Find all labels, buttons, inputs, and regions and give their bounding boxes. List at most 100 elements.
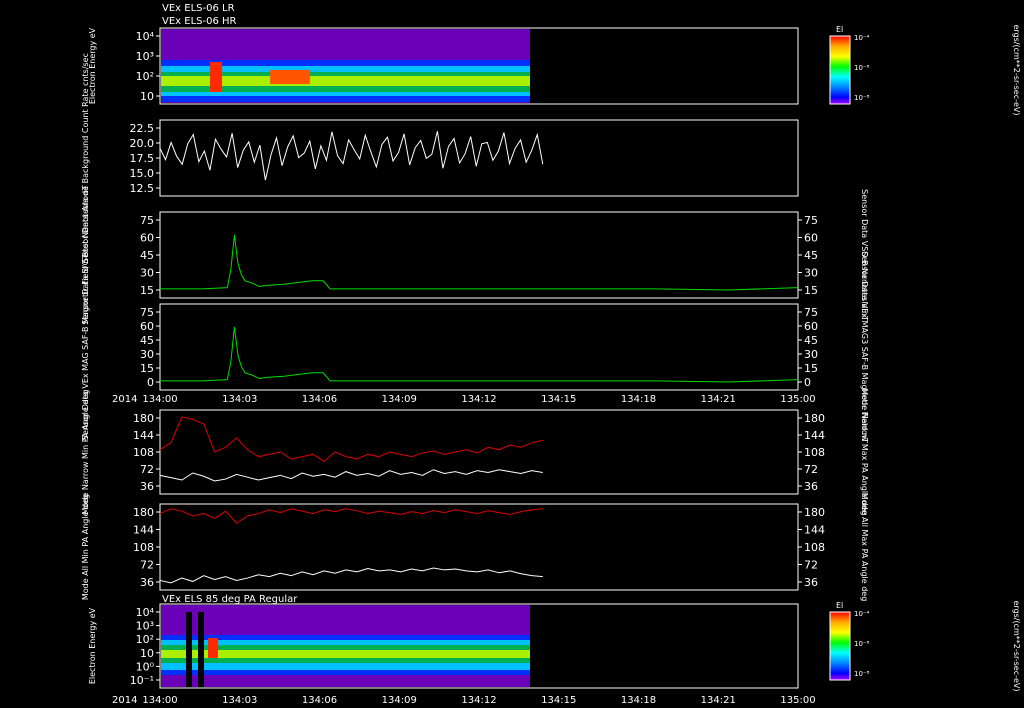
y-tick-label-right-3-2: 45 bbox=[804, 334, 818, 347]
title-top-2: VEx ELS-06 HR bbox=[162, 16, 237, 27]
heatmap-1-peak bbox=[210, 62, 222, 92]
time-tick-1-2: 134:06 bbox=[302, 695, 337, 706]
y-tick-label-right-4-1: 144 bbox=[804, 429, 825, 442]
y-tick-label-5-0: 180 bbox=[133, 506, 154, 519]
y-tick-label-right-2-0: 75 bbox=[804, 214, 818, 227]
series-line-1 bbox=[159, 131, 544, 181]
y-tick-label-3-3: 30 bbox=[140, 348, 154, 361]
series-line-4-1 bbox=[159, 416, 543, 462]
time-tick-1-0: 134:00 bbox=[142, 695, 177, 706]
colorbar-bottom: El bbox=[829, 601, 851, 681]
y-tick-label-right-5-2: 108 bbox=[804, 541, 825, 554]
y-tick-label-5-2: 108 bbox=[133, 541, 154, 554]
y-tick-label-right-3-5: 0 bbox=[804, 376, 811, 389]
y-tick-label-right-3-0: 75 bbox=[804, 306, 818, 319]
y-tick-label-2-2: 45 bbox=[140, 249, 154, 262]
y-tick-label-0-0: 10⁴ bbox=[136, 30, 155, 43]
y-tick-label-right-2-2: 45 bbox=[804, 249, 818, 262]
time-year-1: 2014 bbox=[112, 695, 137, 706]
y-tick-label-6-0: 10⁴ bbox=[136, 606, 155, 619]
colorbar-tick-0-1: 10⁻⁶ bbox=[854, 64, 870, 72]
y-tick-label-2-3: 30 bbox=[140, 267, 154, 280]
y-tick-label-right-5-4: 36 bbox=[804, 576, 818, 589]
y-tick-label-right-3-1: 60 bbox=[804, 320, 818, 333]
series-line-5-1 bbox=[159, 508, 543, 524]
time-tick-1-7: 134:21 bbox=[701, 695, 736, 706]
y-tick-label-2-1: 60 bbox=[140, 232, 154, 245]
y-tick-label-right-3-4: 15 bbox=[804, 362, 818, 375]
y-tick-label-right-4-3: 72 bbox=[804, 463, 818, 476]
series-line-3 bbox=[160, 326, 799, 383]
y-tick-label-right-5-1: 144 bbox=[804, 524, 825, 537]
y-tick-label-right-4-0: 180 bbox=[804, 412, 825, 425]
time-year-0: 2014 bbox=[112, 394, 137, 405]
colorbar-units-1: ergs/(cm**2-sr-sec-eV) bbox=[1012, 600, 1021, 691]
series-line-4-0 bbox=[159, 469, 543, 482]
y-tick-label-4-1: 144 bbox=[133, 429, 154, 442]
y-tick-label-2-4: 15 bbox=[140, 284, 154, 297]
time-tick-1-4: 134:12 bbox=[461, 695, 496, 706]
series-line-5-0 bbox=[159, 567, 543, 584]
colorbar-tick-0-2: 10⁻⁸ bbox=[854, 94, 870, 102]
colorbar-tick-1-0: 10⁻⁴ bbox=[854, 610, 870, 618]
time-tick-1-3: 134:09 bbox=[382, 695, 417, 706]
time-tick-1-5: 134:15 bbox=[541, 695, 576, 706]
y-tick-label-1-0: 22.5 bbox=[130, 122, 155, 135]
y-label-left-6: Electron Energy eV bbox=[88, 607, 97, 684]
colorbar-units-0: ergs/(cm**2-sr-sec-eV) bbox=[1012, 24, 1021, 115]
y-tick-label-1-2: 17.5 bbox=[130, 152, 155, 165]
y-tick-label-6-5: 10⁻¹ bbox=[130, 674, 154, 687]
figure-canvas: VEx ELS-06 LR VEx ELS-06 HR VEx ELS 85 d… bbox=[81, 3, 1021, 706]
time-tick-1-1: 134:03 bbox=[222, 695, 257, 706]
time-tick-0-0: 134:00 bbox=[142, 394, 177, 405]
heatmap-1-hot-region bbox=[270, 70, 310, 84]
y-tick-label-4-3: 72 bbox=[140, 463, 154, 476]
y-tick-label-4-0: 180 bbox=[133, 412, 154, 425]
y-tick-label-1-3: 15.0 bbox=[130, 167, 155, 180]
y-label-right-3: Mode All Max PA Angle deg bbox=[860, 493, 869, 602]
time-tick-0-7: 134:21 bbox=[701, 394, 736, 405]
y-tick-label-1-1: 20.0 bbox=[130, 137, 155, 150]
colorbar-tick-1-1: 10⁻⁶ bbox=[854, 640, 870, 648]
time-tick-0-8: 135:00 bbox=[780, 394, 815, 405]
y-tick-label-6-3: 10 bbox=[140, 647, 154, 660]
title-bottom: VEx ELS 85 deg PA Regular bbox=[162, 594, 298, 605]
line-series-layer bbox=[159, 131, 799, 584]
y-tick-label-6-2: 10² bbox=[136, 633, 154, 646]
colorbar-top-bar bbox=[829, 35, 851, 105]
heatmap-1 bbox=[161, 29, 530, 103]
title-top-1: VEx ELS-06 LR bbox=[162, 3, 235, 14]
y-tick-label-5-3: 72 bbox=[140, 559, 154, 572]
y-tick-label-5-1: 144 bbox=[133, 524, 154, 537]
colorbar-bottom-title: El bbox=[836, 601, 843, 610]
y-tick-label-4-2: 108 bbox=[133, 446, 154, 459]
y-tick-label-right-4-4: 36 bbox=[804, 480, 818, 493]
y-tick-label-right-2-4: 15 bbox=[804, 284, 818, 297]
time-tick-0-1: 134:03 bbox=[222, 394, 257, 405]
time-tick-0-4: 134:12 bbox=[461, 394, 496, 405]
y-tick-label-3-2: 45 bbox=[140, 334, 154, 347]
y-tick-label-6-4: 10⁰ bbox=[136, 660, 155, 673]
y-tick-label-2-0: 75 bbox=[140, 214, 154, 227]
y-tick-label-3-0: 75 bbox=[140, 306, 154, 319]
y-tick-label-5-4: 36 bbox=[140, 576, 154, 589]
y-tick-label-right-5-3: 72 bbox=[804, 559, 818, 572]
time-tick-0-2: 134:06 bbox=[302, 394, 337, 405]
y-tick-label-4-4: 36 bbox=[140, 480, 154, 493]
series-line-2 bbox=[160, 234, 799, 291]
y-tick-label-6-1: 10³ bbox=[136, 620, 154, 633]
time-tick-0-5: 134:15 bbox=[541, 394, 576, 405]
panel-6-frame bbox=[159, 503, 799, 591]
heatmap-2-peak bbox=[208, 638, 218, 658]
y-tick-label-right-4-2: 108 bbox=[804, 446, 825, 459]
colorbar-top-title: El bbox=[836, 25, 843, 34]
y-tick-label-0-1: 10³ bbox=[136, 50, 154, 63]
y-label-left-5: Mode All Min PA Angle deg bbox=[81, 494, 90, 600]
y-tick-label-right-5-0: 180 bbox=[804, 506, 825, 519]
y-tick-label-1-4: 12.5 bbox=[130, 182, 155, 195]
y-tick-label-3-5: 0 bbox=[147, 376, 154, 389]
y-tick-label-right-3-3: 30 bbox=[804, 348, 818, 361]
time-tick-1-8: 135:00 bbox=[780, 695, 815, 706]
colorbar-bottom-bar bbox=[829, 611, 851, 681]
time-tick-1-6: 134:18 bbox=[621, 695, 656, 706]
